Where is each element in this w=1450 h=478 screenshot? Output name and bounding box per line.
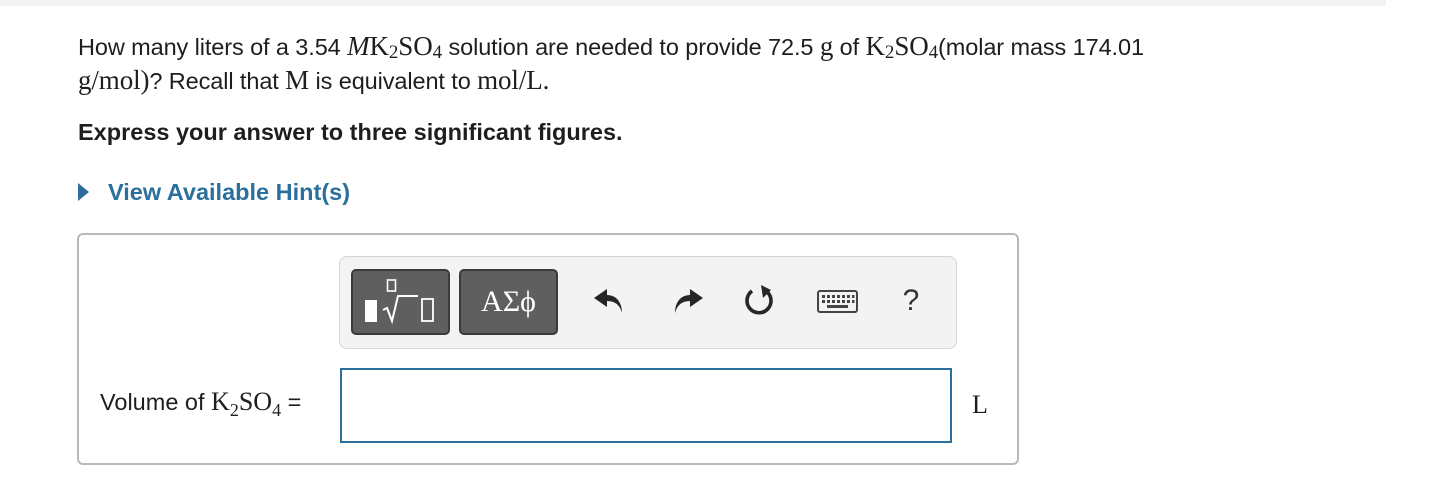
templates-button[interactable] xyxy=(351,269,450,335)
keyboard-icon[interactable] xyxy=(816,281,860,321)
math-toolbar: ΑΣϕ ? xyxy=(339,256,957,349)
view-hints-label: View Available Hint(s) xyxy=(108,178,351,205)
answer-input[interactable] xyxy=(340,368,952,443)
view-hints-link[interactable]: View Available Hint(s) xyxy=(78,176,350,208)
triangle-right-icon xyxy=(78,183,89,201)
help-icon[interactable]: ? xyxy=(896,281,926,321)
answer-label: Volume of K2SO4 = xyxy=(100,387,302,420)
redo-icon[interactable] xyxy=(667,281,707,321)
undo-icon[interactable] xyxy=(590,281,630,321)
top-bar xyxy=(0,0,1386,6)
greek-symbols-button[interactable]: ΑΣϕ xyxy=(459,269,558,335)
templates-icon xyxy=(364,279,434,325)
unit-label: L xyxy=(972,390,988,419)
reset-icon[interactable] xyxy=(740,281,780,321)
instruction-text: Express your answer to three significant… xyxy=(78,119,623,145)
question-text: How many liters of a 3.54 MK2SO4 solutio… xyxy=(78,31,1144,95)
